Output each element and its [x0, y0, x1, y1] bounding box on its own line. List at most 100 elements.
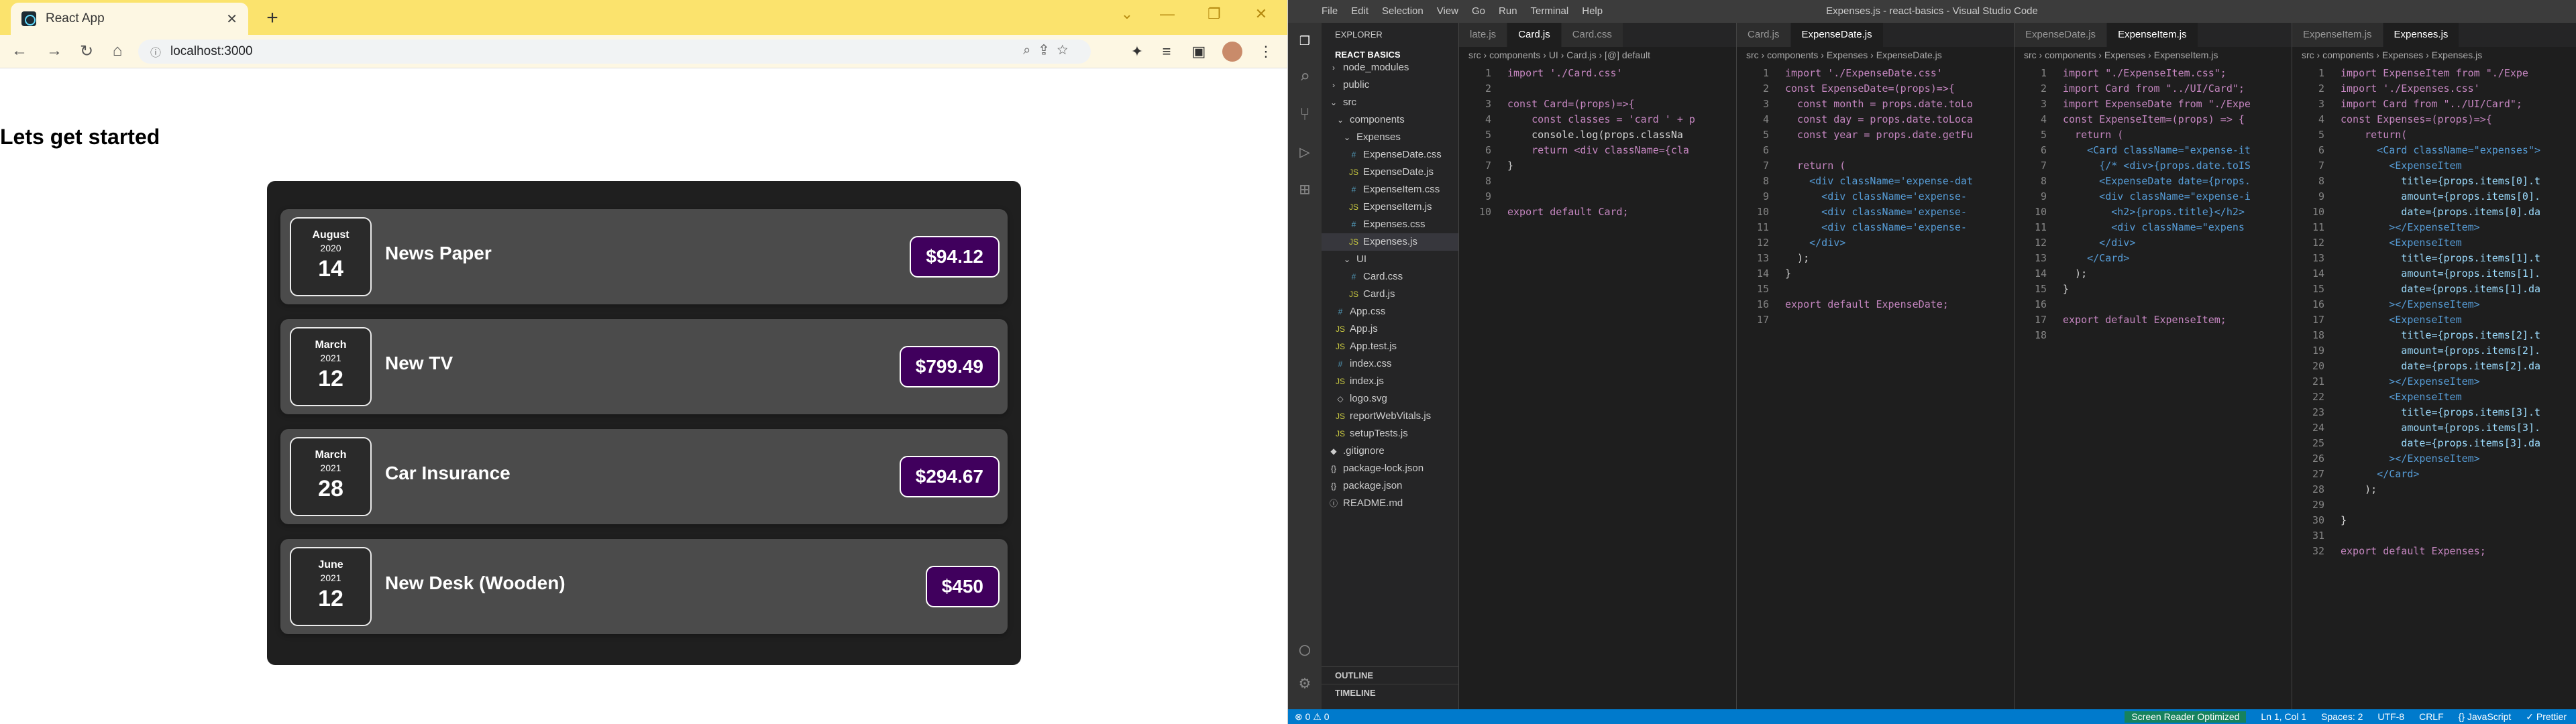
forward-icon[interactable]: →	[44, 42, 64, 60]
code-line[interactable]: 25 date={props.items[3].da	[2292, 436, 2576, 451]
screen-reader-status[interactable]: Screen Reader Optimized	[2125, 711, 2247, 723]
editor-tab[interactable]: ExpenseDate.js	[1790, 23, 1884, 47]
reading-list-icon[interactable]: ≡	[1157, 43, 1177, 60]
tree-item[interactable]: JS index.js	[1322, 373, 1458, 390]
code-line[interactable]: 17 export default ExpenseItem;	[2015, 312, 2292, 328]
code-line[interactable]: 19 amount={props.items[2].	[2292, 343, 2576, 359]
menu-icon[interactable]: ⋮	[1256, 43, 1276, 60]
reload-icon[interactable]: ↻	[76, 42, 97, 61]
tree-item[interactable]: JS Card.js	[1322, 286, 1458, 303]
tree-item[interactable]: JS App.js	[1322, 320, 1458, 338]
code-line[interactable]: 6 <Card className="expense-it	[2015, 143, 2292, 158]
tree-item[interactable]: ⌄ Expenses	[1322, 129, 1458, 146]
tree-item[interactable]: JS Expenses.js	[1322, 233, 1458, 251]
tree-item[interactable]: JS reportWebVitals.js	[1322, 408, 1458, 425]
code-line[interactable]: 10 <div className='expense-	[1737, 204, 2014, 220]
maximize-icon[interactable]: ❐	[1201, 5, 1228, 23]
editor-tab[interactable]: Card.css	[1561, 23, 1623, 47]
code-line[interactable]: 3 const Card=(props)=>{	[1459, 97, 1736, 112]
code-line[interactable]: 15 date={props.items[1].da	[2292, 282, 2576, 297]
tree-item[interactable]: # App.css	[1322, 303, 1458, 320]
code-line[interactable]: 13 title={props.items[1].t	[2292, 251, 2576, 266]
code-line[interactable]: 12 </div>	[2015, 235, 2292, 251]
code-line[interactable]: 5 console.log(props.classNa	[1459, 127, 1736, 143]
code-line[interactable]: 13 );	[1737, 251, 2014, 266]
editor-tab[interactable]: ExpenseDate.js	[2015, 23, 2108, 47]
code-line[interactable]: 7 return (	[1737, 158, 2014, 174]
code-line[interactable]: 24 amount={props.items[3].	[2292, 420, 2576, 436]
editor-tab[interactable]: Card.js	[1507, 23, 1562, 47]
code-line[interactable]: 11 ></ExpenseItem>	[2292, 220, 2576, 235]
code-line[interactable]: 11 <div className='expense-	[1737, 220, 2014, 235]
tree-item[interactable]: JS ExpenseDate.js	[1322, 164, 1458, 181]
accounts-icon[interactable]: ◯	[1294, 640, 1316, 661]
code-line[interactable]: 6 return <div className={cla	[1459, 143, 1736, 158]
code-line[interactable]: 2 const ExpenseDate=(props)=>{	[1737, 81, 2014, 97]
encoding-status[interactable]: UTF-8	[2377, 711, 2404, 723]
code-line[interactable]: 3 import ExpenseDate from "./Expe	[2015, 97, 2292, 112]
new-tab-button[interactable]: +	[260, 7, 284, 29]
code-line[interactable]: 8 title={props.items[0].t	[2292, 174, 2576, 189]
indentation-status[interactable]: Spaces: 2	[2321, 711, 2363, 723]
code-line[interactable]: 9 amount={props.items[0].	[2292, 189, 2576, 204]
tree-item[interactable]: ⌄ UI	[1322, 251, 1458, 268]
code-line[interactable]: 14 );	[2015, 266, 2292, 282]
code-line[interactable]: 5 const year = props.date.getFu	[1737, 127, 2014, 143]
breadcrumb[interactable]: src › components › Expenses › ExpenseDat…	[1737, 47, 2014, 63]
timeline-section[interactable]: TIMELINE	[1322, 684, 1458, 701]
code-line[interactable]: 9 <div className='expense-	[1737, 189, 2014, 204]
menu-item-help[interactable]: Help	[1582, 5, 1603, 17]
tree-item[interactable]: {} package-lock.json	[1322, 460, 1458, 477]
code-line[interactable]: 1 import ExpenseItem from "./Expe	[2292, 66, 2576, 81]
minimize-icon[interactable]: —	[1154, 5, 1181, 23]
code-line[interactable]: 8 <ExpenseDate date={props.	[2015, 174, 2292, 189]
code-line[interactable]: 3 import Card from "../UI/Card";	[2292, 97, 2576, 112]
code-line[interactable]: 17	[1737, 312, 2014, 328]
menu-item-file[interactable]: File	[1322, 5, 1338, 17]
menu-item-view[interactable]: View	[1437, 5, 1458, 17]
tree-item[interactable]: JS setupTests.js	[1322, 425, 1458, 442]
back-icon[interactable]: ←	[9, 42, 30, 60]
search-icon[interactable]: ⌕	[1294, 67, 1316, 88]
code-line[interactable]: 5 return(	[2292, 127, 2576, 143]
menu-item-terminal[interactable]: Terminal	[1531, 5, 1569, 17]
code-line[interactable]: 2 import './Expenses.css'	[2292, 81, 2576, 97]
code-line[interactable]: 16 export default ExpenseDate;	[1737, 297, 2014, 312]
code-line[interactable]: 32 export default Expenses;	[2292, 544, 2576, 559]
code-line[interactable]: 7}	[1459, 158, 1736, 174]
code-line[interactable]: 1 import "./ExpenseItem.css";	[2015, 66, 2292, 81]
code-line[interactable]: 16 ></ExpenseItem>	[2292, 297, 2576, 312]
outline-section[interactable]: OUTLINE	[1322, 666, 1458, 684]
run-debug-icon[interactable]: ▷	[1294, 142, 1316, 164]
code-line[interactable]: 18	[2015, 328, 2292, 343]
code-line[interactable]: 9 <div className="expense-i	[2015, 189, 2292, 204]
editor-tab[interactable]: ExpenseItem.js	[2292, 23, 2383, 47]
tree-item[interactable]: › public	[1322, 76, 1458, 94]
menu-item-selection[interactable]: Selection	[1382, 5, 1424, 17]
code-line[interactable]: 15	[1737, 282, 2014, 297]
code-line[interactable]: 6 <Card className="expenses">	[2292, 143, 2576, 158]
code-line[interactable]: 23 title={props.items[3].t	[2292, 405, 2576, 420]
breadcrumb[interactable]: src › components › Expenses › Expenses.j…	[2292, 47, 2576, 63]
browser-tab[interactable]: React App ✕	[11, 3, 248, 35]
code-line[interactable]: 5 return (	[2015, 127, 2292, 143]
tree-item[interactable]: › node_modules	[1322, 59, 1458, 76]
tab-close-icon[interactable]: ✕	[226, 11, 237, 27]
extensions-icon[interactable]: ⊞	[1294, 180, 1316, 201]
code-line[interactable]: 1 import './Card.css'	[1459, 66, 1736, 81]
explorer-icon[interactable]: ❐	[1294, 29, 1316, 51]
menu-item-go[interactable]: Go	[1472, 5, 1485, 17]
code-line[interactable]: 4 const Expenses=(props)=>{	[2292, 112, 2576, 127]
code-line[interactable]: 12 <ExpenseItem	[2292, 235, 2576, 251]
code-line[interactable]: 30}	[2292, 513, 2576, 528]
settings-gear-icon[interactable]: ⚙	[1294, 673, 1316, 695]
code-line[interactable]: 17 <ExpenseItem	[2292, 312, 2576, 328]
code-line[interactable]: 29	[2292, 497, 2576, 513]
code-line[interactable]: 31	[2292, 528, 2576, 544]
code-line[interactable]: 4 const day = props.date.toLoca	[1737, 112, 2014, 127]
tree-item[interactable]: JS ExpenseItem.js	[1322, 198, 1458, 216]
breadcrumb[interactable]: src › components › Expenses › ExpenseIte…	[2015, 47, 2292, 63]
language-mode[interactable]: {} JavaScript	[2459, 711, 2512, 723]
side-panel-icon[interactable]: ▣	[1189, 43, 1209, 60]
code-line[interactable]: 10 export default Card;	[1459, 204, 1736, 220]
